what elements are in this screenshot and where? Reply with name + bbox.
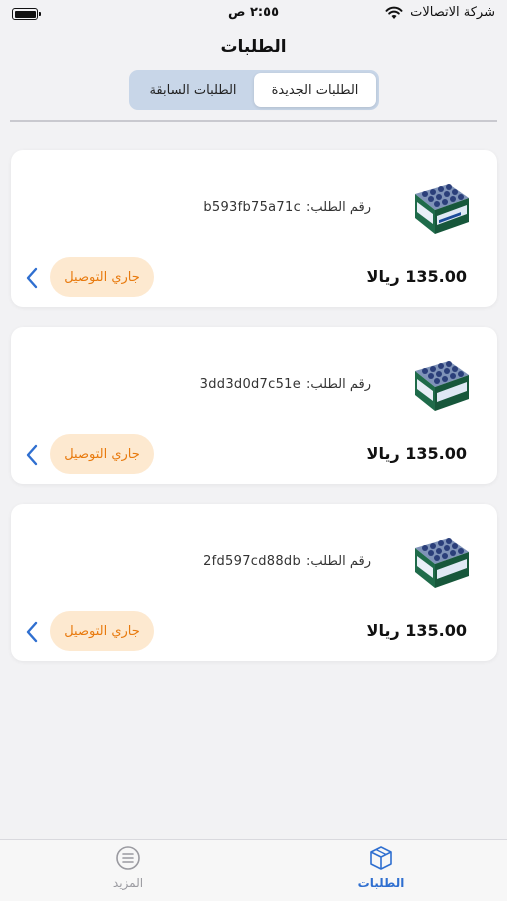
- chevron-left-icon[interactable]: [25, 266, 39, 290]
- battery-icon: [12, 8, 41, 20]
- water-pack-icon: [415, 538, 469, 588]
- order-price: 135.00 ريالا: [366, 267, 467, 286]
- status-badge: جاري التوصيل: [50, 611, 154, 651]
- clock: ٢:٥٥ ص: [227, 5, 280, 20]
- order-number: رقم الطلب: 2fd597cd88db: [203, 554, 371, 569]
- tab-new-orders[interactable]: الطلبات الجديدة: [254, 73, 376, 107]
- box-icon: [370, 846, 392, 870]
- header-divider: [10, 120, 497, 122]
- order-number-label: رقم الطلب:: [306, 377, 371, 392]
- bottom-tab-bar: الطلبات المزيد: [0, 839, 507, 901]
- tab-orders[interactable]: الطلبات: [341, 844, 421, 890]
- order-number-label: رقم الطلب:: [306, 554, 371, 569]
- order-card[interactable]: رقم الطلب: 3dd3d0d7c51e 135.00 ريالا جار…: [11, 327, 497, 484]
- chevron-left-icon[interactable]: [25, 620, 39, 644]
- order-card[interactable]: رقم الطلب: b593fb75a71c 135.00 ريالا جار…: [11, 150, 497, 307]
- water-pack-icon: [415, 361, 469, 411]
- order-number: رقم الطلب: b593fb75a71c: [203, 200, 371, 215]
- order-number: رقم الطلب: 3dd3d0d7c51e: [200, 377, 371, 392]
- order-id: 2fd597cd88db: [203, 554, 302, 569]
- page-title: الطلبات: [220, 37, 287, 57]
- chevron-left-icon[interactable]: [25, 443, 39, 467]
- tab-orders-label: الطلبات: [357, 876, 405, 890]
- water-pack-icon: [415, 184, 469, 234]
- order-id: 3dd3d0d7c51e: [199, 377, 302, 392]
- order-price: 135.00 ريالا: [366, 444, 467, 463]
- status-badge: جاري التوصيل: [50, 257, 154, 297]
- order-price: 135.00 ريالا: [366, 621, 467, 640]
- orders-segmented-control: الطلبات الجديدة الطلبات السابقة: [129, 70, 379, 110]
- tab-more[interactable]: المزيد: [88, 844, 168, 890]
- tab-previous-orders[interactable]: الطلبات السابقة: [132, 73, 254, 107]
- status-badge: جاري التوصيل: [50, 434, 154, 474]
- menu-circle-icon: [116, 846, 140, 870]
- order-card[interactable]: رقم الطلب: 2fd597cd88db 135.00 ريالا جار…: [11, 504, 497, 661]
- tab-more-label: المزيد: [112, 876, 144, 890]
- order-number-label: رقم الطلب:: [306, 200, 371, 215]
- status-bar: شركة الاتصالات ٢:٥٥ ص: [0, 0, 507, 30]
- order-id: b593fb75a71c: [203, 200, 302, 215]
- orders-screen: شركة الاتصالات ٢:٥٥ ص الطلبات الطلبات ال…: [0, 0, 507, 901]
